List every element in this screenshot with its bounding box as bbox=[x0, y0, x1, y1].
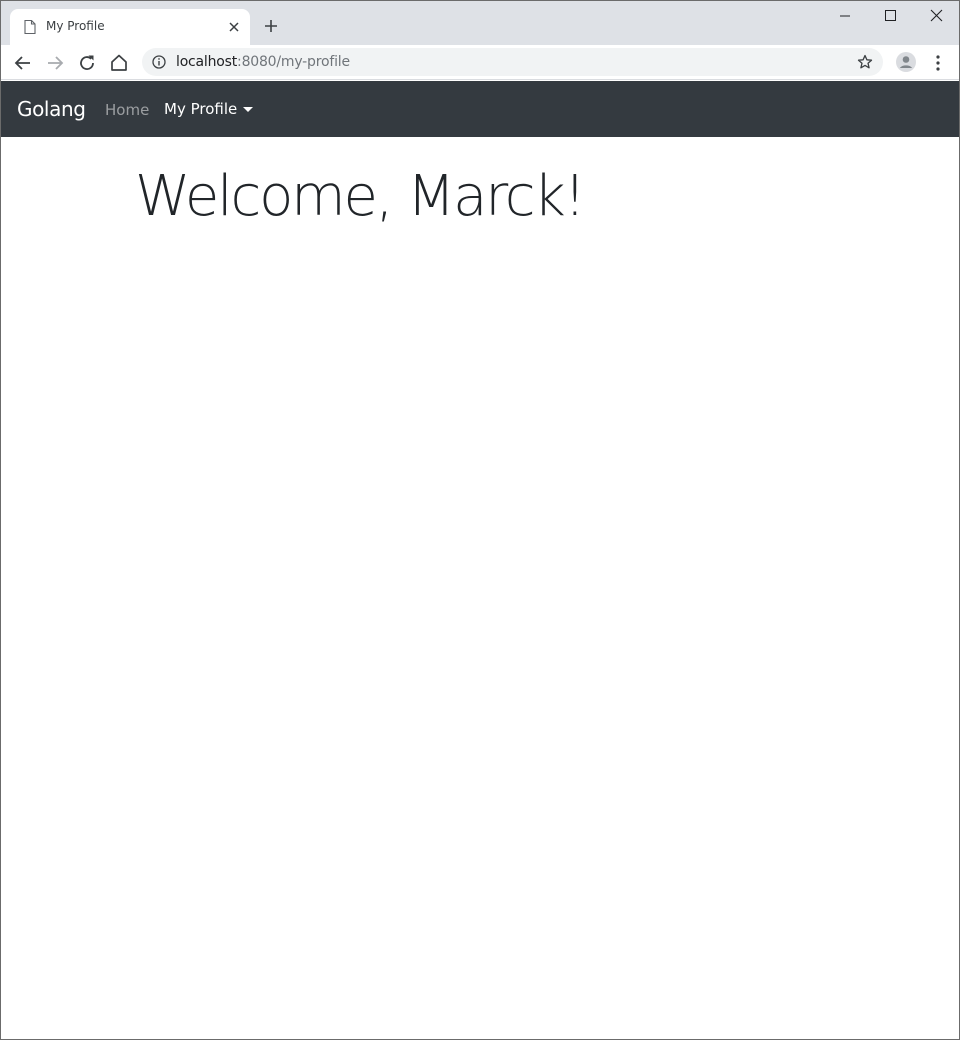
site-navbar: Golang Home My Profile bbox=[1, 81, 959, 137]
back-arrow-icon[interactable] bbox=[12, 52, 34, 74]
navbar-brand[interactable]: Golang bbox=[17, 97, 86, 121]
window-close-icon[interactable] bbox=[921, 5, 951, 27]
browser-window: My Profile localhost:8080/my-profile Gol… bbox=[0, 0, 960, 1040]
info-icon[interactable] bbox=[152, 55, 166, 69]
browser-tab[interactable]: My Profile bbox=[10, 9, 250, 45]
minimize-icon[interactable] bbox=[830, 5, 860, 27]
browser-toolbar: localhost:8080/my-profile bbox=[1, 45, 959, 80]
tab-strip: My Profile bbox=[1, 1, 959, 45]
bookmark-star-icon[interactable] bbox=[857, 54, 873, 70]
home-icon[interactable] bbox=[108, 52, 130, 74]
tab-title: My Profile bbox=[46, 19, 105, 33]
page-icon bbox=[24, 20, 36, 34]
nav-link-home[interactable]: Home bbox=[105, 101, 149, 119]
welcome-heading: Welcome, Marck! bbox=[135, 164, 586, 229]
new-tab-icon[interactable] bbox=[262, 17, 280, 35]
profile-avatar-icon[interactable] bbox=[895, 51, 917, 73]
url-text: localhost:8080/my-profile bbox=[176, 54, 350, 70]
forward-arrow-icon[interactable] bbox=[44, 52, 66, 74]
url-host: localhost bbox=[176, 54, 238, 70]
url-path: :8080/my-profile bbox=[237, 54, 350, 70]
kebab-menu-icon[interactable] bbox=[931, 52, 945, 74]
close-tab-icon[interactable] bbox=[227, 20, 241, 34]
reload-icon[interactable] bbox=[76, 52, 98, 74]
maximize-icon[interactable] bbox=[875, 5, 905, 27]
nav-dropdown-my-profile[interactable]: My Profile bbox=[164, 100, 237, 118]
address-bar[interactable]: localhost:8080/my-profile bbox=[142, 48, 883, 76]
caret-down-icon[interactable] bbox=[243, 107, 253, 112]
